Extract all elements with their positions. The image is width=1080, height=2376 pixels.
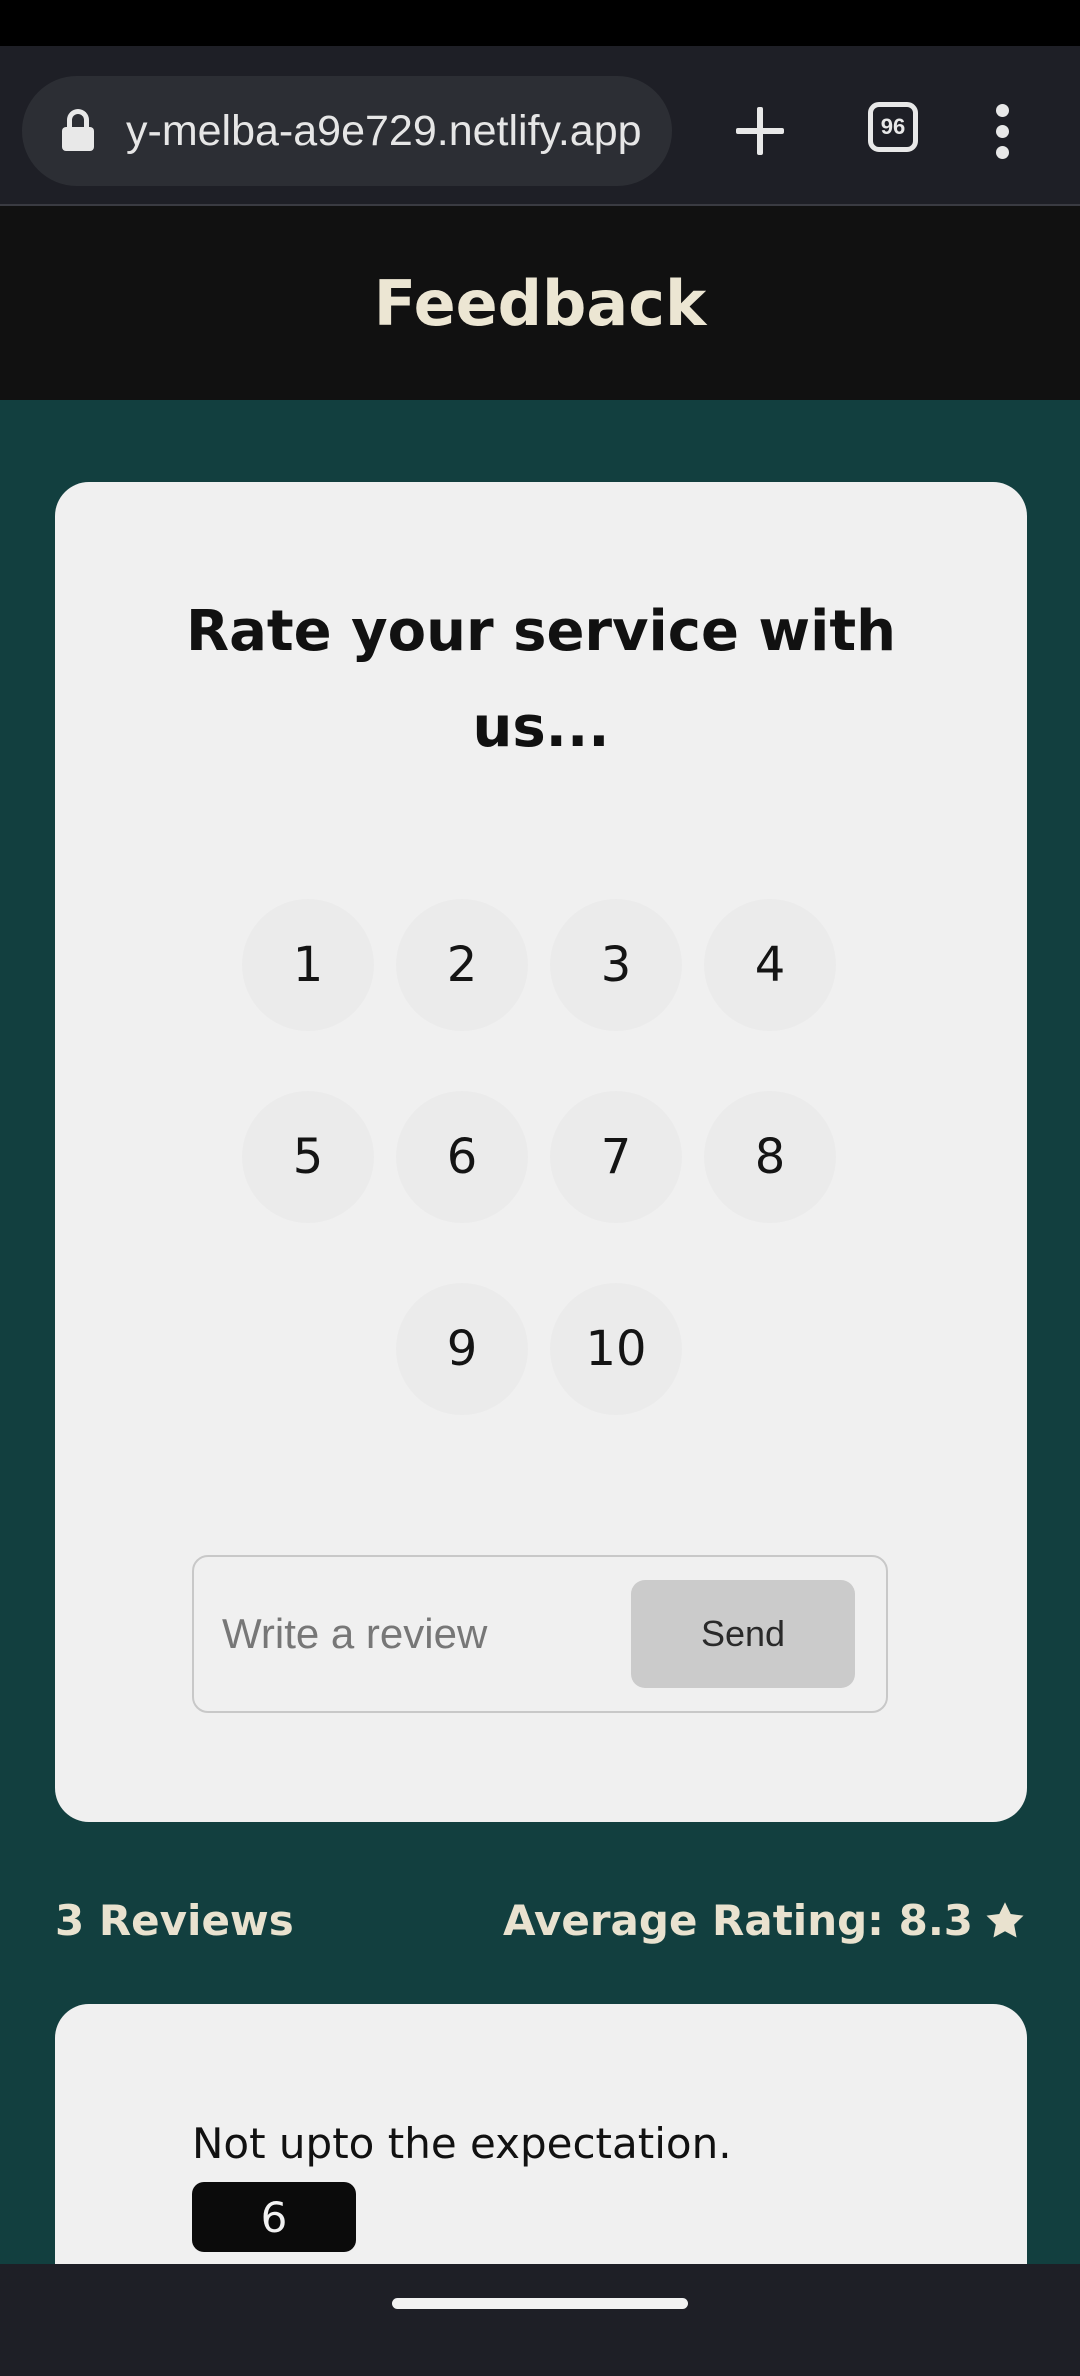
review-form: Send [192,1555,888,1713]
browser-toolbar: y-melba-a9e729.netlify.app 96 [0,46,1080,206]
rating-option-8[interactable]: 8 [704,1091,836,1223]
average-rating: Average Rating: 8.3 [502,1896,973,1945]
rating-option-3[interactable]: 3 [550,899,682,1031]
status-bar [0,0,1080,46]
site-header: Feedback [0,206,1080,400]
main-content: Rate your service with us... 1 2 3 4 5 6… [0,400,1080,2264]
review-count: 3 Reviews [55,1896,294,1945]
rating-option-7[interactable]: 7 [550,1091,682,1223]
review-stats: 3 Reviews Average Rating: 8.3 [55,1886,1027,1956]
rating-option-4[interactable]: 4 [704,899,836,1031]
rating-option-6[interactable]: 6 [396,1091,528,1223]
page-title: Feedback [373,266,707,340]
send-button[interactable]: Send [631,1580,855,1688]
address-bar[interactable]: y-melba-a9e729.netlify.app [22,76,672,186]
review-text: Not upto the expectation. [192,2119,732,2168]
rating-option-5[interactable]: 5 [242,1091,374,1223]
review-input[interactable] [222,1587,612,1681]
rating-option-9[interactable]: 9 [396,1283,528,1415]
url-text: y-melba-a9e729.netlify.app [126,106,642,155]
star-icon [986,1902,1024,1938]
tabs-icon[interactable]: 96 [868,102,918,152]
average-rating-wrap: Average Rating: 8.3 [503,1886,1027,1956]
rating-heading: Rate your service with us... [186,599,896,760]
more-vert-icon[interactable] [992,104,1014,160]
lock-icon[interactable] [60,109,96,153]
rating-option-10[interactable]: 10 [550,1283,682,1415]
rating-option-2[interactable]: 2 [396,899,528,1031]
review-rating-badge: 6 [192,2182,356,2252]
rating-card: Rate your service with us... 1 2 3 4 5 6… [55,482,1027,1822]
review-card: Not upto the expectation. 6 [55,2004,1027,2264]
plus-icon[interactable] [736,107,784,155]
home-handle[interactable] [392,2298,688,2309]
rating-option-1[interactable]: 1 [242,899,374,1031]
tab-count: 96 [880,114,906,139]
system-nav-bar [0,2264,1080,2376]
